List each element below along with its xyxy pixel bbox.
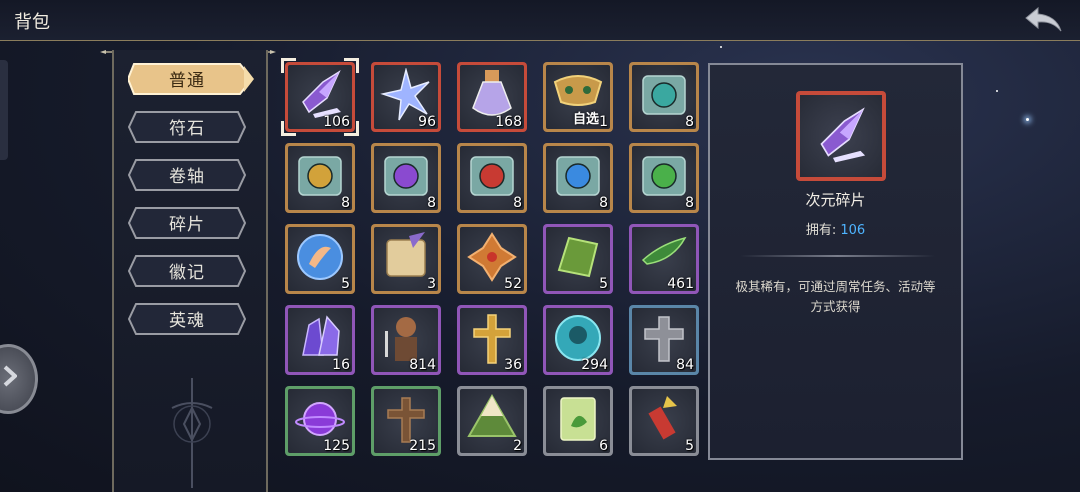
blue-feather-badge-icon [293,230,347,288]
item-count: 84 [676,357,694,373]
firework-rocket-icon [637,392,691,450]
item-count: 168 [495,114,522,130]
inventory-slot[interactable]: 294 [543,305,613,375]
sparkle-star [1026,118,1029,121]
tab-rune[interactable]: 符石 [128,110,246,143]
detail-icon-frame [796,91,886,181]
tab-hero-soul[interactable]: 英魂 [128,302,246,335]
green-rune-scroll-icon [637,149,691,207]
owned-value: 106 [840,223,866,238]
tab-label: 碎片 [169,215,205,235]
rice-dumpling-icon [465,392,519,450]
item-count: 814 [409,357,436,373]
inventory-slot[interactable]: 8 [629,143,699,213]
item-count: 16 [332,357,350,373]
seed-packet-icon [551,392,605,450]
selection-corner [281,58,296,73]
item-count: 215 [409,438,436,454]
selectable-tag: 自选 [573,112,600,127]
back-button[interactable] [1024,4,1064,36]
green-crystal-tablet-icon [551,230,605,288]
tab-scroll[interactable]: 卷轴 [128,158,246,191]
page-title: 背包 [14,12,50,33]
item-count: 96 [418,114,436,130]
inventory-slot[interactable]: 461 [629,224,699,294]
tab-label: 徽记 [169,263,205,283]
item-count: 36 [504,357,522,373]
detail-divider [740,255,935,257]
inventory-slot[interactable]: 84 [629,305,699,375]
selection-corner [344,121,359,136]
sparkle-star [996,90,998,92]
item-count: 8 [427,195,436,211]
item-name: 次元碎片 [805,191,866,209]
inventory-slot[interactable]: 6 [543,386,613,456]
previous-page-button[interactable] [0,344,38,414]
tab-normal[interactable]: 普通 [128,62,254,95]
item-count: 8 [685,195,694,211]
item-count: 3 [427,276,436,292]
tab-label: 符石 [169,119,205,139]
teal-rune-scroll-icon [637,68,691,126]
inventory-slot[interactable]: 5 [543,224,613,294]
category-sidebar: 普通 符石 卷轴 碎片 徽记 英魂 [112,50,268,492]
item-count: 125 [323,438,350,454]
purple-crystal-shard-icon [820,107,866,163]
yellow-rune-scroll-icon [293,149,347,207]
inventory-slot[interactable]: 814 [371,305,441,375]
blue-rune-scroll-icon [551,149,605,207]
inventory-slot[interactable]: 96 [371,62,441,132]
selection-corner [344,58,359,73]
tab-emblem[interactable]: 徽记 [128,254,246,287]
left-edge-handle[interactable] [0,60,8,160]
inventory-slot[interactable]: 215 [371,386,441,456]
item-count: 8 [599,195,608,211]
item-count: 294 [581,357,608,373]
inventory-slot[interactable]: 106 [281,58,359,136]
inventory-slot[interactable]: 8 [371,143,441,213]
inventory-slot[interactable]: 8 [543,143,613,213]
sidebar-ornament [171,378,213,488]
item-description: 极其稀有，可通过周常任务、活动等方式获得 [735,279,936,314]
item-count: 8 [341,195,350,211]
item-count: 8 [513,195,522,211]
item-count: 52 [504,276,522,292]
item-count: 461 [667,276,694,292]
sparkle-star [720,46,722,48]
item-detail-panel: 次元碎片 拥有: 106 极其稀有，可通过周常任务、活动等方式获得 [708,63,963,460]
inventory-slot[interactable]: 8 [285,143,355,213]
parchment-quill-icon [379,230,433,288]
owned-count: 拥有: 106 [710,219,961,238]
item-count: 5 [599,276,608,292]
inventory-slot[interactable]: 5 [285,224,355,294]
selection-corner [281,121,296,136]
inventory-slot[interactable]: 3 [371,224,441,294]
inventory-slot[interactable]: 52 [457,224,527,294]
inventory-slot[interactable]: 125 [285,386,355,456]
item-count: 5 [685,438,694,454]
owned-label: 拥有: [805,223,837,238]
back-arrow-icon [1025,6,1062,32]
inventory-slot[interactable]: 8 [629,62,699,132]
item-count: 2 [513,438,522,454]
chevron-right-icon [3,365,17,387]
tab-fragment[interactable]: 碎片 [128,206,246,239]
tab-label: 卷轴 [169,167,205,187]
tab-label: 英魂 [169,311,205,331]
inventory-slot[interactable]: 168 [457,62,527,132]
inventory-slot[interactable]: 2 [457,386,527,456]
inventory-slot[interactable]: 8 [457,143,527,213]
item-count: 1 [599,114,608,130]
top-bar: 背包 [0,0,1080,41]
inventory-slot[interactable]: 16 [285,305,355,375]
red-rune-scroll-icon [465,149,519,207]
inventory-slot[interactable]: 5 [629,386,699,456]
item-count: 6 [599,438,608,454]
item-count: 8 [685,114,694,130]
inventory-slot[interactable]: 36 [457,305,527,375]
tab-label: 普通 [169,71,205,91]
item-count: 5 [341,276,350,292]
purple-rune-scroll-icon [379,149,433,207]
inventory-slot[interactable]: 自选 1 [543,62,613,132]
